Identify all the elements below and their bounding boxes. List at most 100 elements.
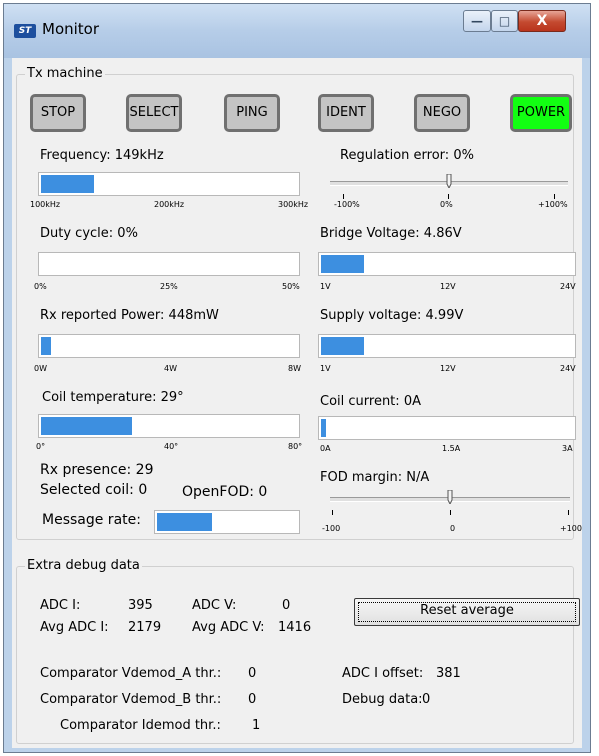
minimize-button[interactable]: — <box>463 10 491 32</box>
duty-cycle-tick-max: 50% <box>282 282 300 291</box>
frequency-fill <box>41 175 94 193</box>
coil-current-value: 0A <box>403 394 421 409</box>
fod-margin-tickmark-min <box>332 510 333 515</box>
message-rate-label: Message rate: <box>42 512 141 528</box>
state-ping: PING <box>224 94 280 132</box>
title-bar[interactable]: ST Monitor — □ X <box>4 4 590 58</box>
fod-margin-slider <box>330 488 570 516</box>
supply-voltage-fill <box>321 337 364 355</box>
bridge-voltage-fill <box>321 255 364 273</box>
state-select: SELECT <box>126 94 182 132</box>
close-icon: X <box>536 13 548 29</box>
reset-average-button[interactable]: Reset average <box>354 598 580 626</box>
adc-v-label: ADC V: <box>192 598 237 613</box>
coil-temp-bar <box>38 414 300 438</box>
fod-margin-tick-mid: 0 <box>450 524 456 533</box>
rx-presence-row: Rx presence: 29 <box>40 462 154 478</box>
avg-adc-i-value: 2179 <box>128 620 162 635</box>
supply-voltage-tick-mid: 12V <box>440 364 456 373</box>
coil-temp-label: Coil temperature: <box>42 390 157 405</box>
rx-power-tick-max: 8W <box>288 364 301 373</box>
bridge-voltage-bar <box>318 252 576 276</box>
frequency-bar <box>38 172 300 196</box>
coil-current-tick-min: 0A <box>320 444 331 453</box>
bridge-voltage-row: Bridge Voltage: 4.86V <box>320 226 462 241</box>
frequency-tick-max: 300kHz <box>278 200 309 209</box>
avg-adc-i-label: Avg ADC I: <box>40 620 109 635</box>
openfod-value: 0 <box>258 484 268 500</box>
frequency-value: 149kHz <box>114 148 164 163</box>
comp-a-value: 0 <box>248 666 257 681</box>
fod-margin-tick-max: +100 <box>560 524 582 533</box>
rx-power-tick-mid: 4W <box>164 364 177 373</box>
coil-current-bar <box>318 416 576 440</box>
fod-margin-label: FOD margin: <box>320 470 403 485</box>
regulation-error-row: Regulation error: 0% <box>340 148 474 163</box>
bridge-voltage-value: 4.86V <box>423 226 462 241</box>
supply-voltage-tick-max: 24V <box>560 364 576 373</box>
close-button[interactable]: X <box>518 10 566 32</box>
avg-adc-v-label: Avg ADC V: <box>192 620 265 635</box>
state-ident: IDENT <box>318 94 374 132</box>
regulation-error-tickmark-min <box>343 194 344 199</box>
openfod-label: OpenFOD: <box>182 484 254 500</box>
message-rate-fill <box>157 513 212 531</box>
fod-margin-tick-min: -100 <box>322 524 341 533</box>
supply-voltage-tick-min: 1V <box>320 364 331 373</box>
frequency-tick-mid: 200kHz <box>154 200 185 209</box>
duty-cycle-label: Duty cycle: <box>40 226 114 241</box>
state-power: POWER <box>510 94 572 132</box>
supply-voltage-row: Supply voltage: 4.99V <box>320 308 463 323</box>
openfod-row: OpenFOD: 0 <box>182 484 267 500</box>
coil-temp-value: 29° <box>160 390 184 405</box>
coil-current-tick-max: 3A <box>562 444 573 453</box>
fod-margin-row: FOD margin: N/A <box>320 470 429 485</box>
selected-coil-row: Selected coil: 0 <box>40 482 147 498</box>
rx-power-value: 448mW <box>168 308 219 323</box>
selected-coil-label: Selected coil: <box>40 482 134 498</box>
fod-margin-tickmark-mid <box>450 510 451 515</box>
regulation-error-tickmark-mid <box>448 194 449 199</box>
regulation-error-slider <box>330 172 568 200</box>
fod-margin-value: N/A <box>406 470 430 485</box>
supply-voltage-bar <box>318 334 576 358</box>
duty-cycle-value: 0% <box>117 226 138 241</box>
rx-presence-label: Rx presence: <box>40 462 132 478</box>
regulation-error-value: 0% <box>453 148 474 163</box>
rx-power-bar <box>38 334 300 358</box>
coil-temp-tick-min: 0° <box>36 442 46 451</box>
debug-data-label: Debug data: <box>342 692 423 707</box>
frequency-tick-min: 100kHz <box>30 200 61 209</box>
frequency-row: Frequency: 149kHz <box>40 148 164 163</box>
maximize-button[interactable]: □ <box>491 10 518 32</box>
debug-data-value: 0 <box>422 692 431 707</box>
client-area: Tx machine STOP SELECT PING IDENT NEGO P… <box>12 58 582 748</box>
fod-margin-tickmark-max <box>568 510 569 515</box>
rx-power-row: Rx reported Power: 448mW <box>40 308 219 323</box>
duty-cycle-bar <box>38 252 300 276</box>
bridge-voltage-tick-max: 24V <box>560 282 576 291</box>
state-nego: NEGO <box>414 94 470 132</box>
rx-power-fill <box>41 337 51 355</box>
adc-i-label: ADC I: <box>40 598 81 613</box>
comp-i-label: Comparator Idemod thr.: <box>60 718 221 733</box>
rx-presence-value: 29 <box>135 462 154 478</box>
comp-b-label: Comparator Vdemod_B thr.: <box>40 692 222 707</box>
regulation-error-tick-mid: 0% <box>440 200 453 209</box>
rx-power-tick-min: 0W <box>34 364 47 373</box>
coil-current-tick-mid: 1.5A <box>442 444 461 453</box>
comp-i-value: 1 <box>252 718 261 733</box>
minimize-icon: — <box>471 14 483 28</box>
duty-cycle-tick-mid: 25% <box>160 282 178 291</box>
coil-temp-row: Coil temperature: 29° <box>42 390 184 405</box>
supply-voltage-value: 4.99V <box>425 308 464 323</box>
frequency-label: Frequency: <box>40 148 111 163</box>
window-title: Monitor <box>42 20 100 38</box>
selected-coil-value: 0 <box>138 482 148 498</box>
app-icon: ST <box>14 24 36 38</box>
regulation-error-label: Regulation error: <box>340 148 450 163</box>
regulation-error-tick-min: -100% <box>334 200 360 209</box>
coil-current-row: Coil current: 0A <box>320 394 421 409</box>
adc-i-offset-label: ADC I offset: <box>342 666 424 681</box>
maximize-icon: □ <box>498 14 511 28</box>
